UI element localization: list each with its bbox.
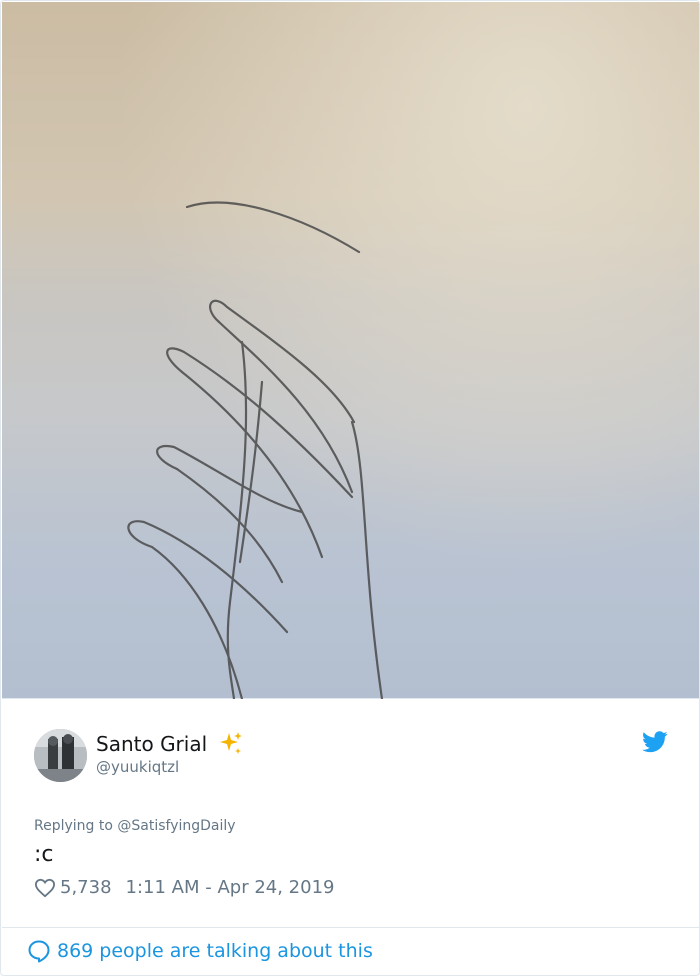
- author-name-row: Santo Grial: [96, 730, 245, 758]
- conversation-link[interactable]: 869 people are talking about this: [27, 939, 373, 963]
- speech-bubble-icon: [28, 940, 50, 963]
- tweet-timestamp[interactable]: 1:11 AM - Apr 24, 2019: [126, 877, 335, 898]
- heart-icon[interactable]: [34, 878, 56, 898]
- hand-drawing-illustration: [127, 201, 384, 699]
- tweet-photo[interactable]: [2, 2, 699, 699]
- replying-to[interactable]: Replying to @SatisfyingDaily: [34, 818, 236, 834]
- avatar-image: [34, 729, 87, 782]
- author-handle[interactable]: @yuukiqtzl: [96, 758, 179, 776]
- sparkles-icon: [220, 732, 243, 754]
- like-count[interactable]: 5,738: [60, 877, 112, 898]
- avatar[interactable]: [34, 729, 87, 782]
- divider: [2, 927, 699, 928]
- twitter-bird-icon[interactable]: [642, 731, 668, 753]
- talking-about-count[interactable]: 869 people are talking about this: [57, 940, 373, 962]
- tweet-text: :c: [34, 842, 54, 867]
- display-name[interactable]: Santo Grial: [96, 732, 207, 756]
- tweet-meta: 5,738 1:11 AM - Apr 24, 2019: [34, 877, 334, 898]
- tweet-card: Santo Grial @yuukiqtzl Replying to @Sati…: [0, 0, 700, 976]
